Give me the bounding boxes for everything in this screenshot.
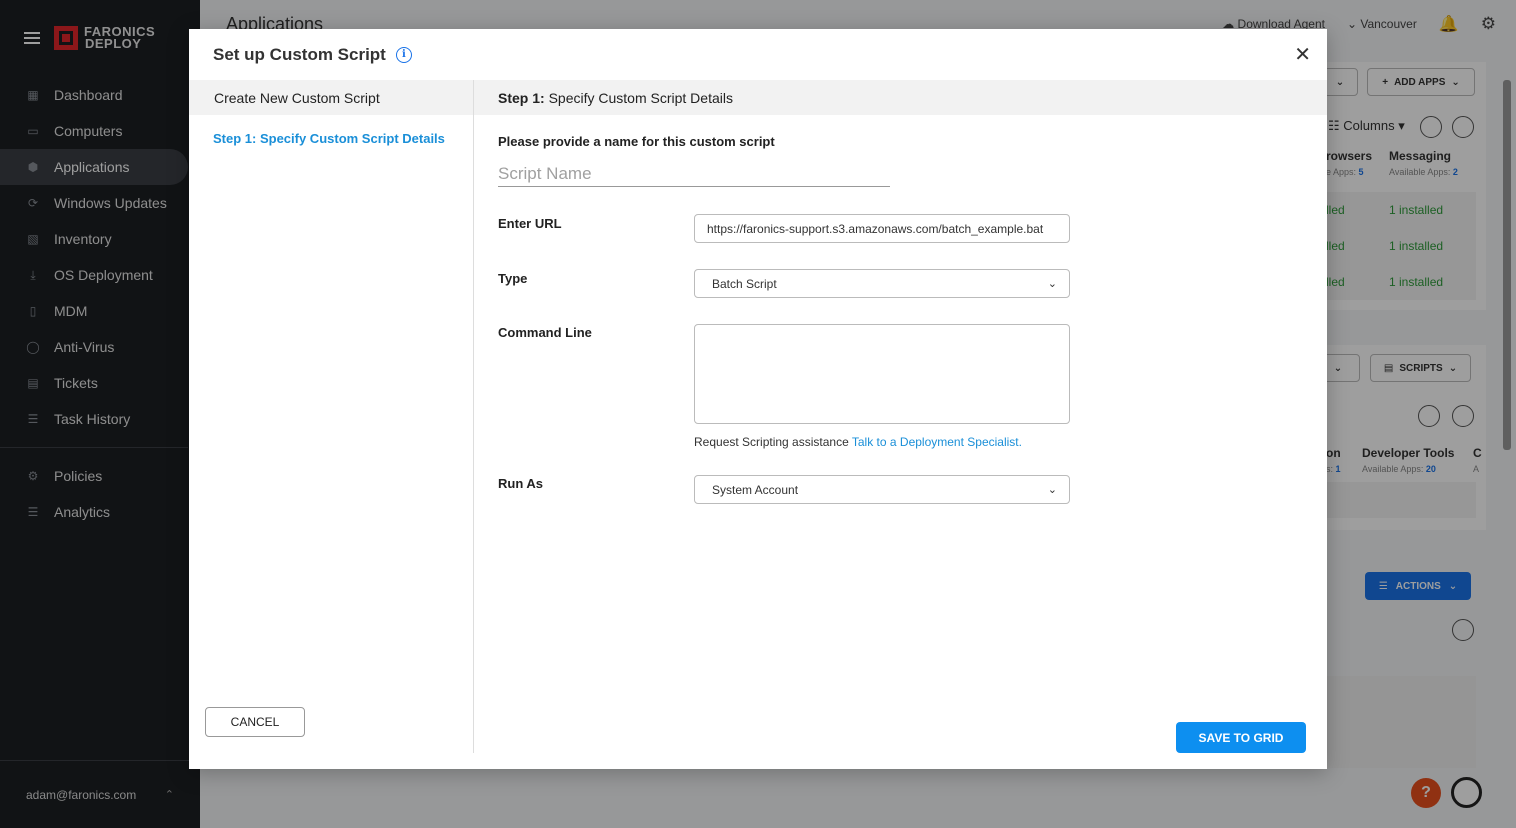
chevron-down-icon: ⌄ [1047,278,1057,290]
info-icon[interactable]: i [395,46,412,63]
run-as-value: System Account [712,482,799,497]
step-number: Step 1: [498,89,545,106]
custom-script-dialog: Set up Custom Script i ✕ Create New Cust… [189,29,1327,769]
wizard-steps: Create New Custom Script Step 1: Specify… [189,80,474,753]
dialog-title: Set up Custom Script [213,44,386,64]
url-value: https://faronics-support.s3.amazonaws.co… [707,221,1044,236]
type-label: Type [498,271,528,286]
scripting-help: Request Scripting assistance Talk to a D… [694,435,1022,449]
dialog-body: Create New Custom Script Step 1: Specify… [189,80,1327,769]
type-value: Batch Script [712,276,777,291]
run-as-label: Run As [498,476,544,491]
cancel-button[interactable]: CANCEL [205,707,305,737]
name-prompt: Please provide a name for this custom sc… [498,134,775,149]
command-line-label: Command Line [498,325,592,340]
help-text: Request Scripting assistance [694,435,849,449]
script-name-input[interactable] [498,161,890,187]
step-title: Specify Custom Script Details [548,89,733,106]
save-to-grid-button[interactable]: SAVE TO GRID [1176,722,1306,753]
wizard-header: Create New Custom Script [189,80,473,115]
url-label: Enter URL [498,216,562,231]
step-content: Step 1: Specify Custom Script Details Pl… [474,80,1327,769]
deployment-specialist-link[interactable]: Talk to a Deployment Specialist. [852,435,1022,449]
chevron-down-icon: ⌄ [1047,484,1057,496]
type-select[interactable]: Batch Script ⌄ [694,269,1070,298]
command-line-textarea[interactable] [694,324,1070,424]
step-header: Step 1: Specify Custom Script Details [474,80,1327,115]
url-input[interactable]: https://faronics-support.s3.amazonaws.co… [694,214,1070,243]
close-button[interactable]: ✕ [1294,45,1311,65]
run-as-select[interactable]: System Account ⌄ [694,475,1070,504]
step-1-link[interactable]: Step 1: Specify Custom Script Details [189,131,473,146]
dialog-header: Set up Custom Script i ✕ [189,29,1327,80]
